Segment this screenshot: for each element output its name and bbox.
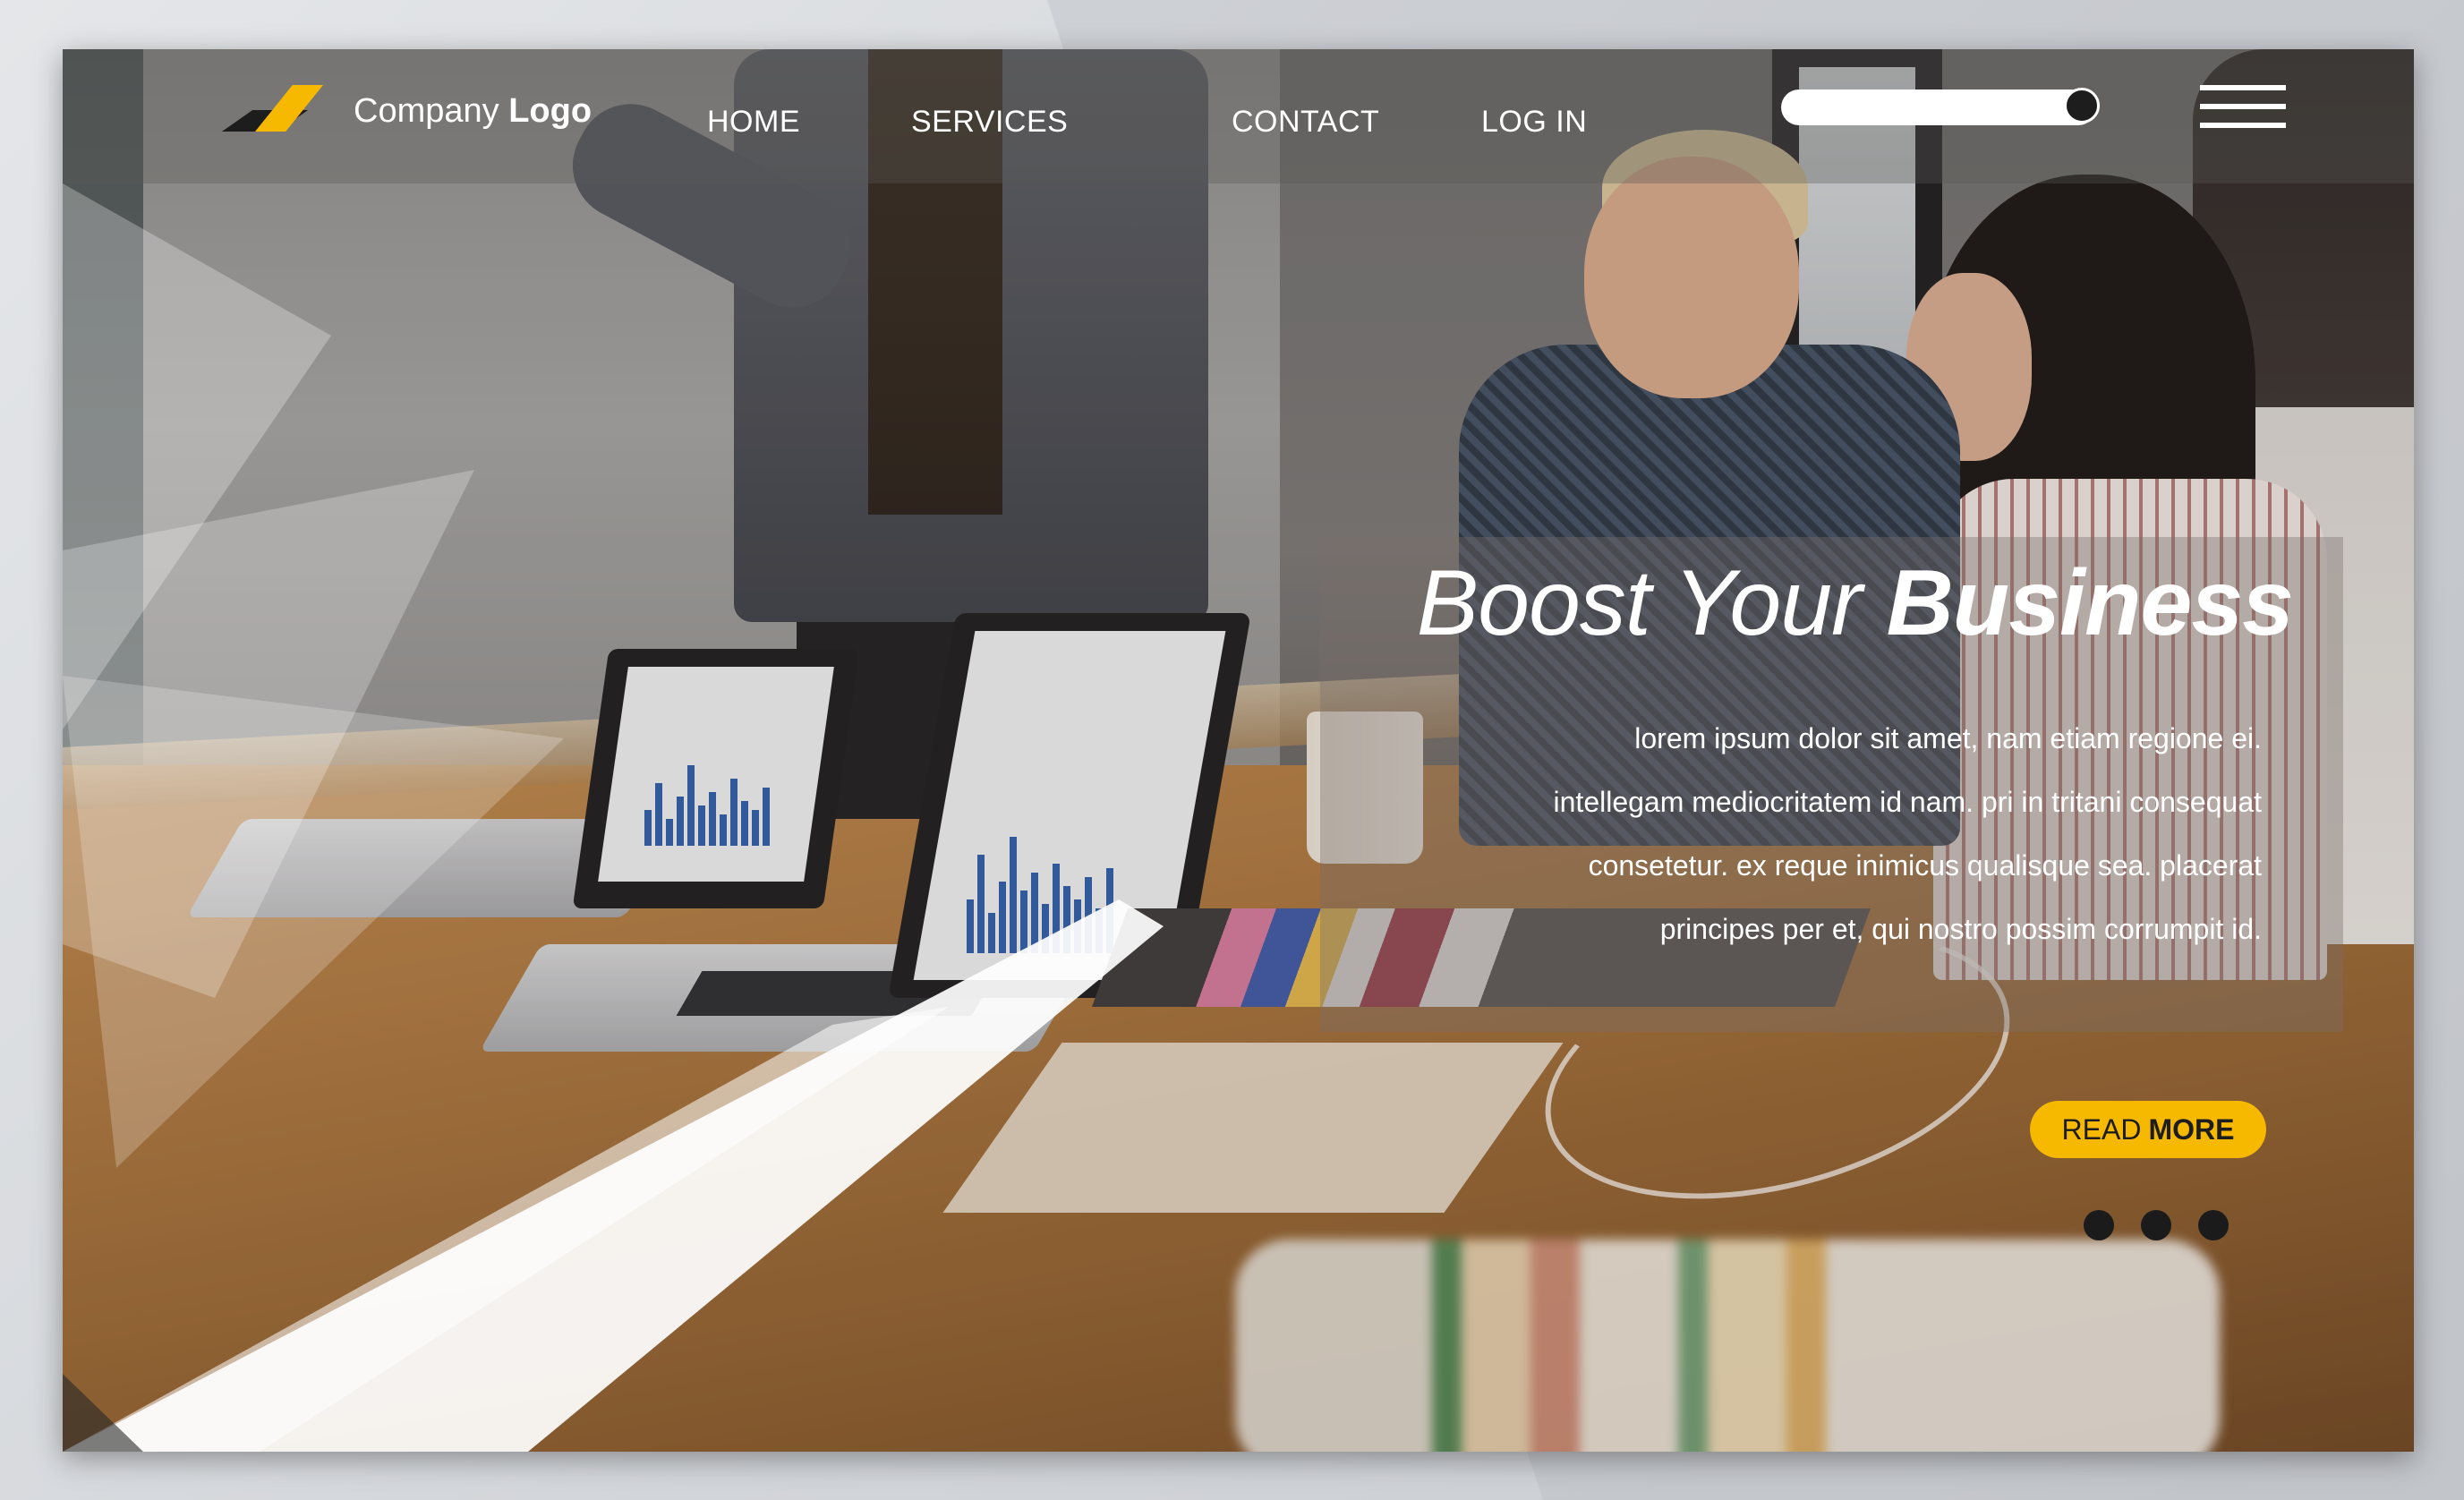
- logo-text-bold: Logo: [508, 91, 593, 130]
- hero-body-line: consetetur. ex reque inimicus qualisque …: [1588, 849, 2262, 882]
- hamburger-menu-icon[interactable]: [2200, 85, 2286, 128]
- logo-text: Company Logo: [354, 92, 592, 131]
- slider-dot-1[interactable]: [2084, 1210, 2114, 1240]
- nav-contact[interactable]: CONTACT: [1232, 105, 1379, 140]
- hero-body-line: principes per et, qui nostro possim corr…: [1659, 913, 2262, 945]
- read-more-label-regular: READ: [2061, 1112, 2142, 1146]
- hero-title-light: Boost Your: [1416, 551, 1863, 655]
- hamburger-line: [2200, 104, 2286, 109]
- landing-page-frame: Company Logo HOME SERVICES CONTACT LOG I…: [63, 49, 2414, 1452]
- read-more-label-bold: MORE: [2148, 1112, 2235, 1146]
- search-input[interactable]: [1781, 88, 2100, 125]
- logo-text-regular: Company: [354, 91, 499, 130]
- hero-title: Boost Your Business: [1416, 550, 2294, 657]
- hero-body-line: lorem ipsum dolor sit amet, nam etiam re…: [1634, 722, 2262, 754]
- hero-title-bold: Business: [1886, 551, 2294, 655]
- hamburger-line: [2200, 85, 2286, 90]
- slider-dots: [2084, 1210, 2229, 1240]
- nav-services[interactable]: SERVICES: [911, 105, 1068, 140]
- logo-mark-icon: [221, 83, 337, 139]
- logo-mark-yellow-stroke: [255, 85, 323, 132]
- hero-body-text: lorem ipsum dolor sit amet, nam etiam re…: [1277, 707, 2262, 961]
- hamburger-line: [2200, 123, 2286, 128]
- search-knob-icon[interactable]: [2064, 88, 2100, 124]
- slider-dot-2[interactable]: [2141, 1210, 2171, 1240]
- slider-dot-3[interactable]: [2198, 1210, 2229, 1240]
- read-more-button[interactable]: READ MORE: [2030, 1101, 2266, 1158]
- hero-body-line: intellegam mediocritatem id nam. pri in …: [1553, 786, 2262, 818]
- nav-home[interactable]: HOME: [707, 105, 800, 140]
- nav-log-in[interactable]: LOG IN: [1481, 105, 1587, 140]
- company-logo[interactable]: Company Logo: [221, 83, 592, 139]
